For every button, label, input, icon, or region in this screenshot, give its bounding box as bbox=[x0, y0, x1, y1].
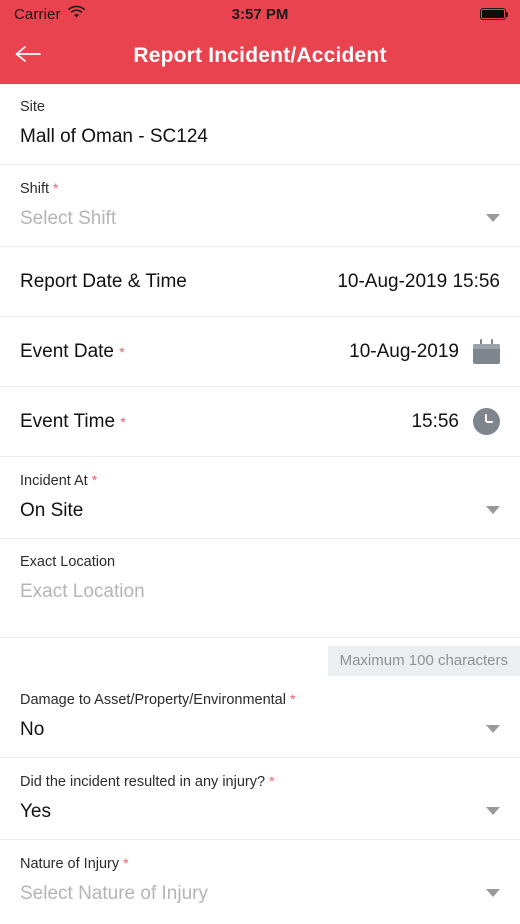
shift-label: Shift * bbox=[20, 180, 59, 197]
chevron-down-icon[interactable] bbox=[486, 889, 500, 897]
navigation-bar: Report Incident/Accident bbox=[0, 28, 520, 84]
chevron-down-icon[interactable] bbox=[486, 807, 500, 815]
wifi-icon bbox=[67, 5, 85, 23]
field-injury[interactable]: Did the incident resulted in any injury?… bbox=[0, 758, 520, 840]
page-title: Report Incident/Accident bbox=[133, 44, 387, 67]
carrier-label: Carrier bbox=[14, 5, 61, 23]
event-time-value[interactable]: 15:56 bbox=[411, 411, 459, 433]
incident-at-required-marker: * bbox=[91, 472, 98, 488]
field-nature-of-injury[interactable]: Nature of Injury * Select Nature of Inju… bbox=[0, 840, 520, 921]
battery-full-icon bbox=[480, 8, 509, 20]
back-button[interactable] bbox=[0, 28, 56, 84]
event-date-required-marker: * bbox=[119, 343, 125, 360]
event-time-required-marker: * bbox=[120, 413, 126, 430]
status-bar-left: Carrier bbox=[14, 5, 85, 23]
field-shift[interactable]: Shift * Select Shift bbox=[0, 165, 520, 247]
damage-label: Damage to Asset/Property/Environmental * bbox=[20, 691, 296, 708]
nature-of-injury-label: Nature of Injury * bbox=[20, 855, 129, 872]
report-datetime-value: 10-Aug-2019 15:56 bbox=[337, 270, 500, 292]
event-time-label: Event Time * bbox=[20, 410, 126, 432]
status-bar: Carrier 3:57 PM bbox=[0, 0, 520, 28]
field-report-datetime: Report Date & Time 10-Aug-2019 15:56 bbox=[0, 247, 520, 317]
clock-icon bbox=[473, 408, 500, 435]
chevron-down-icon[interactable] bbox=[486, 506, 500, 514]
injury-select-value[interactable]: Yes bbox=[20, 790, 500, 839]
event-date-label: Event Date * bbox=[20, 340, 125, 362]
shift-select-value[interactable]: Select Shift bbox=[20, 197, 500, 246]
incident-form: Site Mall of Oman - SC124 Shift * Select… bbox=[0, 84, 520, 924]
field-exact-location[interactable]: Exact Location Exact Location bbox=[0, 539, 520, 638]
injury-label: Did the incident resulted in any injury?… bbox=[20, 773, 275, 790]
field-event-time[interactable]: Event Time * 15:56 bbox=[0, 387, 520, 457]
max-characters-hint: Maximum 100 characters bbox=[327, 646, 520, 676]
exact-location-input[interactable]: Exact Location bbox=[20, 570, 500, 619]
report-datetime-label: Report Date & Time bbox=[20, 270, 187, 292]
shift-required-marker: * bbox=[53, 180, 59, 196]
back-arrow-icon bbox=[13, 44, 43, 69]
exact-location-hint-row: Maximum 100 characters bbox=[0, 638, 520, 676]
chevron-down-icon[interactable] bbox=[486, 725, 500, 733]
incident-at-label: Incident At * bbox=[20, 472, 98, 489]
field-event-date[interactable]: Event Date * 10-Aug-2019 bbox=[0, 317, 520, 387]
exact-location-label: Exact Location bbox=[20, 554, 116, 570]
field-incident-at[interactable]: Incident At * On Site bbox=[0, 457, 520, 539]
status-bar-right bbox=[480, 8, 509, 20]
event-date-picker-button[interactable] bbox=[473, 339, 500, 364]
nature-of-injury-select-value[interactable]: Select Nature of Injury bbox=[20, 872, 500, 921]
field-damage[interactable]: Damage to Asset/Property/Environmental *… bbox=[0, 676, 520, 758]
event-time-picker-button[interactable] bbox=[473, 408, 500, 435]
nature-of-injury-required-marker: * bbox=[123, 855, 129, 871]
damage-select-value[interactable]: No bbox=[20, 708, 500, 757]
event-date-value[interactable]: 10-Aug-2019 bbox=[349, 341, 459, 363]
field-site: Site Mall of Oman - SC124 bbox=[0, 84, 520, 165]
chevron-down-icon[interactable] bbox=[486, 214, 500, 222]
injury-required-marker: * bbox=[269, 773, 275, 789]
incident-at-select-value[interactable]: On Site bbox=[20, 489, 500, 538]
calendar-icon bbox=[473, 339, 500, 364]
site-label: Site bbox=[20, 99, 45, 115]
site-value: Mall of Oman - SC124 bbox=[20, 126, 208, 147]
damage-required-marker: * bbox=[290, 691, 296, 707]
